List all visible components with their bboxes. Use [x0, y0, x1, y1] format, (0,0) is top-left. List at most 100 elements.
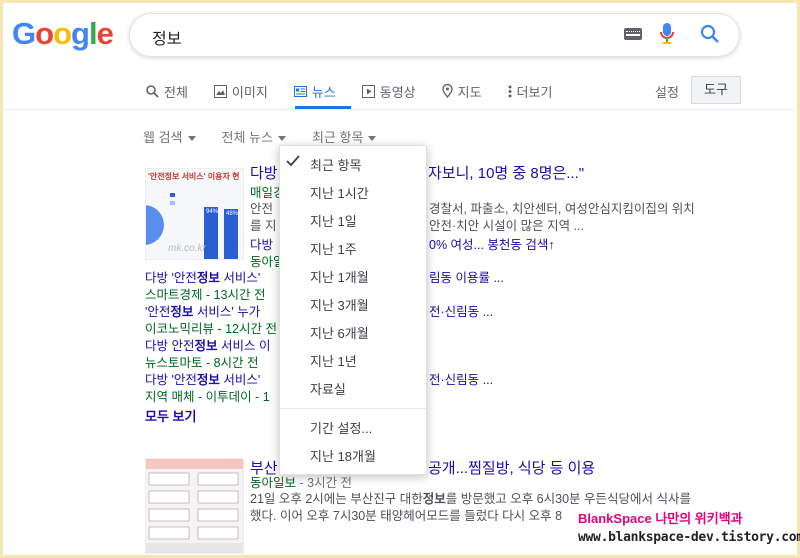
- logo-letter: e: [96, 16, 114, 51]
- image-icon: [213, 84, 227, 98]
- logo-letter: l: [88, 16, 98, 51]
- tab-label: 지도: [457, 84, 482, 100]
- news-icon: [293, 85, 307, 97]
- keyboard-icon[interactable]: [624, 28, 642, 40]
- title-part: 서비스': [219, 271, 261, 285]
- result-thumbnail[interactable]: '안전정보 서비스' 이용자 현 94% 48% mk.co.kr: [145, 168, 244, 260]
- title-part: 다방 '안전: [145, 271, 197, 285]
- title-part: 다방 안전: [145, 339, 195, 353]
- title-part: 서비스': [219, 373, 261, 387]
- menu-item[interactable]: 기간 설정...: [310, 418, 372, 437]
- filter-label: 웹 검색: [143, 130, 183, 145]
- google-logo[interactable]: Google: [12, 16, 114, 52]
- blog-watermark-title: BlankSpace 나만의 위키백과: [578, 511, 743, 526]
- tab-images[interactable]: 이미지: [213, 81, 268, 101]
- result-title-tail[interactable]: 자보니, 10명 중 8명은...": [428, 162, 584, 183]
- logo-letter: o: [35, 16, 54, 51]
- title-bold: 정보: [194, 339, 218, 353]
- menu-item[interactable]: 지난 1년: [310, 351, 357, 370]
- menu-item[interactable]: 지난 6개월: [310, 323, 369, 342]
- filter-recent[interactable]: 최근 항목: [311, 127, 377, 146]
- search-icon: [146, 84, 159, 98]
- result-snippet: 를 지: [250, 219, 277, 233]
- more-vert-icon: [508, 85, 512, 97]
- related-link[interactable]: 0% 여성... 봉천동 검색↑: [429, 237, 555, 254]
- caret-down-icon: [368, 136, 377, 142]
- blog-watermark-url: www.blankspace-dev.tistory.com: [578, 530, 800, 545]
- header-divider: [0, 109, 794, 110]
- result-title-tail[interactable]: 공개...찜질방, 식당 등 이용: [428, 457, 595, 478]
- tab-label: 전체: [164, 84, 188, 100]
- result-snippet: 했다. 이어 오후 7시30분 태양헤어모드를 들렀다 다시 오후 8: [250, 509, 563, 523]
- search-input[interactable]: 정보: [152, 25, 181, 49]
- tab-maps[interactable]: 지도: [441, 81, 482, 101]
- sub-result-title-tail[interactable]: 림동 이용률 ...: [429, 270, 504, 287]
- menu-item[interactable]: 지난 3개월: [310, 295, 369, 314]
- map-pin-icon: [441, 84, 453, 98]
- mic-icon[interactable]: [660, 23, 674, 45]
- title-bold: 정보: [196, 373, 220, 387]
- filter-all-news[interactable]: 전체 뉴스: [222, 127, 286, 146]
- logo-letter: g: [71, 16, 90, 51]
- result-time: - 3시간 전: [296, 476, 353, 490]
- result-snippet: 경찰서, 파출소, 치안센터, 여성안심지킴이집의 위치: [429, 202, 695, 216]
- menu-item[interactable]: 지난 1주: [310, 239, 357, 258]
- check-icon: [286, 155, 300, 167]
- result-thumbnail[interactable]: [145, 458, 244, 554]
- tab-more[interactable]: 더보기: [508, 81, 553, 101]
- sub-result-title-tail[interactable]: 전·신림동 ...: [429, 372, 493, 389]
- sub-result-title-tail[interactable]: 전·신림동 ...: [429, 304, 493, 321]
- result-snippet: 21일 오후 2시에는 부산진구 대한정보를 방문했고 오후 6시30분 우든식…: [250, 491, 691, 508]
- sub-result-source: 스마트경제 - 13시간 전: [145, 288, 266, 302]
- menu-item[interactable]: 지난 1개월: [310, 267, 369, 286]
- caret-down-icon: [277, 136, 286, 142]
- tools-button[interactable]: 도구: [691, 76, 741, 104]
- snippet-part: 를 방문했고 오후 6시30분 우든식당에서 식사를: [445, 492, 691, 506]
- sub-result-title[interactable]: 다방 '안전정보 서비스': [145, 372, 260, 389]
- snippet-part: 21일 오후 2시에는 부산진구 대한: [250, 492, 423, 506]
- menu-item[interactable]: 지난 18개월: [310, 446, 376, 465]
- thumbnail-watermark: mk.co.kr: [168, 243, 206, 254]
- tab-label: 뉴스: [311, 84, 336, 100]
- tab-label: 이미지: [231, 84, 268, 100]
- infographic-image: [146, 459, 243, 553]
- time-range-menu: 최근 항목지난 1시간지난 1일지난 1주지난 1개월지난 3개월지난 6개월지…: [279, 145, 427, 475]
- tab-all[interactable]: 전체: [146, 81, 188, 101]
- title-part: '안전: [145, 305, 171, 319]
- result-source-line: 동아일보 - 3시간 전: [250, 475, 352, 492]
- filter-label: 최근 항목: [311, 130, 364, 145]
- title-bold: 정보: [196, 271, 220, 285]
- title-part: 서비스' 누가: [193, 305, 261, 319]
- filter-web-search[interactable]: 웹 검색: [143, 127, 196, 146]
- search-icon[interactable]: [700, 24, 720, 44]
- related-link[interactable]: 다방: [250, 237, 273, 254]
- tab-videos[interactable]: 동영상: [361, 81, 416, 101]
- svg-text:48%: 48%: [226, 211, 239, 217]
- title-bold: 정보: [170, 305, 194, 319]
- snippet-bold: 정보: [422, 492, 446, 506]
- menu-divider: [280, 408, 426, 409]
- menu-item[interactable]: 자료실: [310, 379, 346, 398]
- menu-item[interactable]: 최근 항목: [310, 155, 361, 174]
- see-all-link[interactable]: 모두 보기: [145, 406, 196, 425]
- sub-result-source: 이코노믹리뷰 - 12시간 전: [145, 322, 277, 336]
- caret-down-icon: [187, 136, 196, 142]
- result-snippet: 안전: [250, 202, 274, 216]
- search-box[interactable]: 정보: [129, 13, 740, 57]
- sub-result-title[interactable]: '안전정보 서비스' 누가: [145, 304, 260, 321]
- sub-result-title[interactable]: 다방 안전정보 서비스 이: [145, 338, 270, 355]
- filter-label: 전체 뉴스: [221, 130, 273, 145]
- play-icon: [361, 84, 375, 98]
- menu-item[interactable]: 지난 1시간: [310, 183, 369, 202]
- settings-link[interactable]: 설정: [655, 82, 679, 101]
- svg-text:94%: 94%: [206, 209, 219, 215]
- tab-news[interactable]: 뉴스: [293, 81, 336, 101]
- menu-item[interactable]: 지난 1일: [310, 211, 357, 230]
- result-title[interactable]: 다방: [250, 162, 278, 183]
- sub-result-source: 뉴스토마토 - 8시간 전: [145, 356, 259, 370]
- logo-letter: o: [53, 16, 72, 51]
- sub-result-title[interactable]: 다방 '안전정보 서비스': [145, 270, 260, 287]
- filter-bar: 웹 검색 전체 뉴스 최근 항목: [143, 127, 402, 146]
- tab-label: 더보기: [516, 84, 553, 100]
- sub-result-source: 지역 매체 - 이투데이 - 1: [145, 390, 270, 404]
